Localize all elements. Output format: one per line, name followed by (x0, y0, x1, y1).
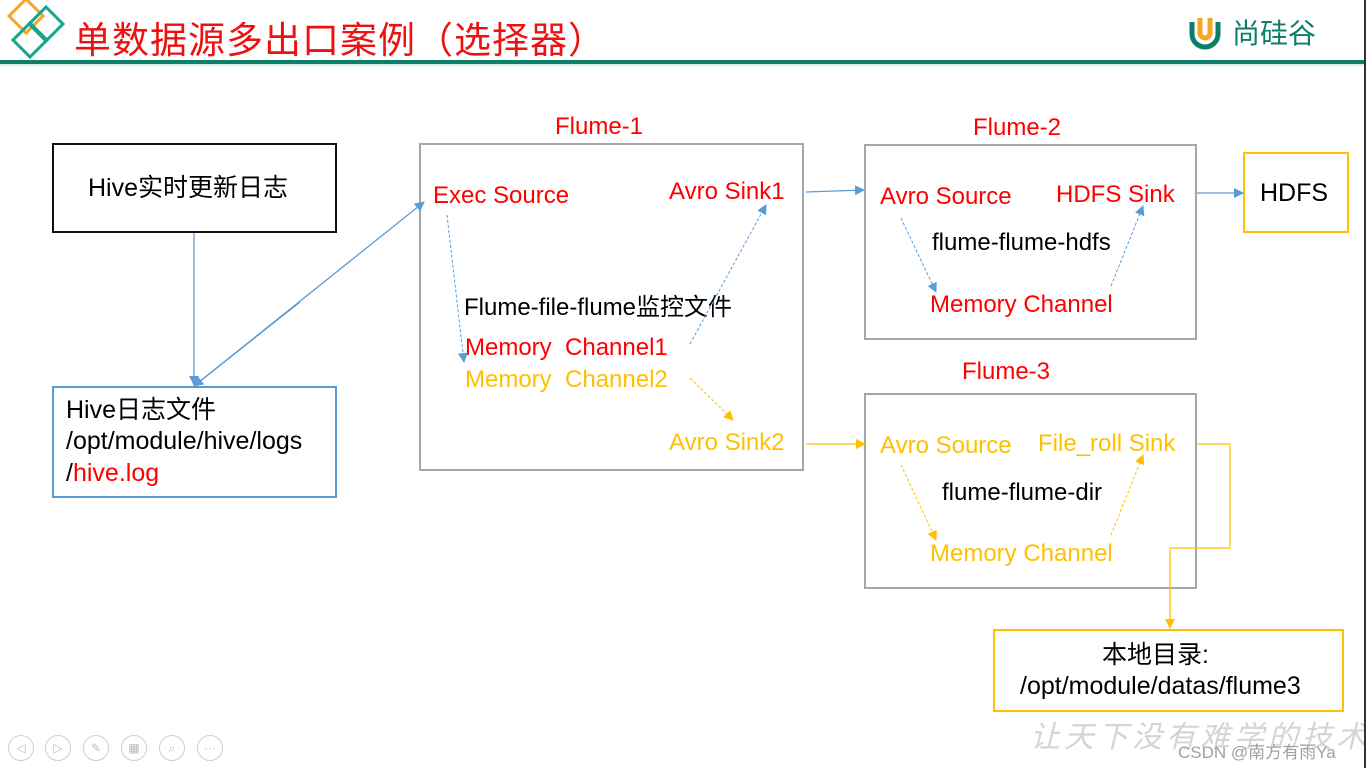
flume2-memory-channel: Memory Channel (930, 291, 1113, 318)
brand-u-icon (1189, 18, 1221, 50)
path-separator: / (66, 459, 73, 487)
flume3-description: flume-flume-dir (942, 479, 1103, 506)
flume1-title: Flume-1 (555, 113, 644, 140)
flume2-description: flume-flume-hdfs (932, 229, 1111, 256)
flume3-title: Flume-3 (962, 358, 1051, 385)
flume3-avro-source: Avro Source (880, 432, 1012, 459)
arrow-sink1-to-flume2 (805, 185, 865, 196)
hive-log-dir-path: /opt/module/hive/logs (66, 427, 303, 455)
local-dir-label: 本地目录: (1102, 641, 1209, 669)
brand-logo-text: 尚硅谷 (1232, 17, 1317, 50)
more-icon: ··· (204, 741, 216, 755)
flume1-memory-channel1: Memory Channel1 (465, 334, 668, 361)
diamonds-icon (6, 0, 66, 60)
zoom-button[interactable]: ⌕ (159, 735, 185, 761)
pen-tool-button[interactable]: ✎ (83, 735, 109, 761)
header-divider-shadow (0, 64, 1366, 66)
slides-icon: ▦ (128, 741, 140, 755)
pen-icon: ✎ (90, 741, 102, 755)
flume1-memory-channel2: Memory Channel2 (465, 366, 668, 393)
zoom-icon: ⌕ (168, 740, 176, 755)
flume1-description: Flume-file-flume监控文件 (464, 294, 733, 321)
hive-realtime-log-label: Hive实时更新日志 (88, 174, 289, 202)
flume3-memory-channel: Memory Channel (930, 540, 1113, 567)
more-options-button[interactable]: ··· (197, 735, 223, 761)
flume1-exec-source: Exec Source (433, 182, 570, 209)
flume2-avro-source: Avro Source (880, 183, 1012, 210)
flume2-hdfs-sink: HDFS Sink (1056, 181, 1175, 208)
hive-log-file-title: Hive日志文件 (66, 396, 217, 424)
slide-sorter-button[interactable]: ▦ (121, 735, 147, 761)
flume1-avro-sink1: Avro Sink1 (669, 178, 785, 205)
csdn-credit: CSDN @南方有雨Ya (1178, 743, 1336, 762)
local-dir-path: /opt/module/datas/flume3 (1020, 672, 1301, 700)
hive-log-file-name: /hive.log (66, 459, 160, 488)
page-title: 单数据源多出口案例（选择器） (74, 19, 606, 62)
previous-icon: ◁ (16, 741, 26, 755)
flume2-title: Flume-2 (973, 114, 1062, 141)
flume1-avro-sink2: Avro Sink2 (669, 429, 785, 456)
hive-log-filename: hive.log (72, 459, 160, 487)
previous-slide-button[interactable]: ◁ (8, 735, 34, 761)
next-icon: ▷ (53, 741, 63, 755)
next-slide-button[interactable]: ▷ (45, 735, 71, 761)
hdfs-label: HDFS (1260, 179, 1329, 207)
flume3-file-roll-sink: File_roll Sink (1038, 430, 1176, 457)
arrow-logfile-back (193, 301, 301, 387)
